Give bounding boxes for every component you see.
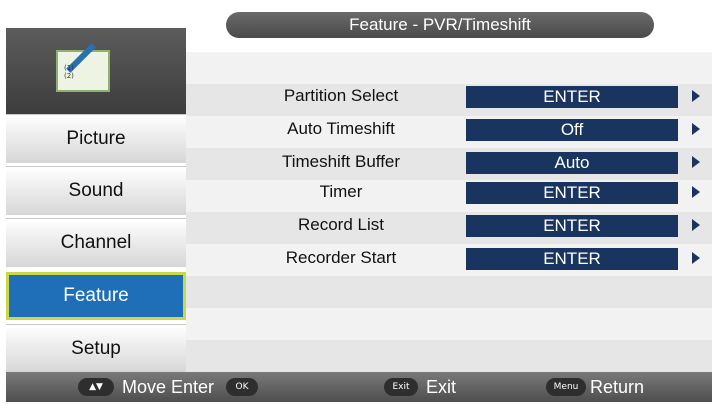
setting-label: Recorder Start: [285, 248, 397, 267]
settings-panel: Partition Select ENTER Auto Timeshift Of…: [186, 34, 712, 372]
arrow-right-icon: [692, 123, 700, 135]
arrow-right-icon: [692, 186, 700, 198]
sidebar-item-setup[interactable]: Setup: [6, 324, 186, 373]
logo-line-2: (2): [64, 72, 74, 80]
page-title: Feature - PVR/Timeshift: [226, 12, 654, 38]
setting-row-record-list[interactable]: Record List ENTER: [186, 209, 712, 241]
setting-label: Timer: [319, 182, 363, 201]
menu-logo-box: (1) (2): [6, 28, 186, 114]
setting-label: Partition Select: [283, 86, 399, 105]
setting-value-button[interactable]: ENTER: [466, 182, 678, 204]
setting-row-timeshift-buffer[interactable]: Timeshift Buffer Auto: [186, 146, 712, 178]
arrow-right-icon: [692, 156, 700, 168]
setting-label: Timeshift Buffer: [281, 152, 401, 171]
setting-row-timer[interactable]: Timer ENTER: [186, 176, 712, 208]
setting-value-button[interactable]: ENTER: [466, 248, 678, 270]
setting-label: Auto Timeshift: [287, 119, 395, 138]
setting-row-partition-select[interactable]: Partition Select ENTER: [186, 80, 712, 112]
return-hint: Return: [590, 377, 645, 397]
setting-value-button[interactable]: Off: [466, 119, 678, 141]
exit-key-icon: Exit: [384, 378, 418, 396]
sidebar-item-feature[interactable]: Feature: [6, 272, 186, 320]
sidebar-item-picture[interactable]: Picture: [6, 114, 186, 163]
sidebar-item-sound[interactable]: Sound: [6, 166, 186, 215]
sidebar: (1) (2) Picture Sound Channel Feature Se…: [6, 28, 186, 373]
up-down-key-icon: ▲▼: [78, 378, 114, 396]
tv-osd-screen: Feature - PVR/Timeshift (1) (2) Picture …: [0, 0, 718, 406]
key-hint-bar: ▲▼ Move Enter OK Exit Exit Menu Return: [6, 372, 712, 402]
setting-row-auto-timeshift[interactable]: Auto Timeshift Off: [186, 113, 712, 145]
logo-line-1: (1): [64, 64, 74, 72]
setting-row-recorder-start[interactable]: Recorder Start ENTER: [186, 242, 712, 274]
sidebar-item-channel[interactable]: Channel: [6, 218, 186, 267]
setting-value-button[interactable]: Auto: [466, 152, 678, 174]
arrow-right-icon: [692, 90, 700, 102]
exit-hint: Exit: [426, 377, 457, 397]
setting-value-button[interactable]: ENTER: [466, 215, 678, 237]
setting-label: Record List: [298, 215, 384, 234]
ok-key-icon: OK: [226, 378, 258, 396]
setting-value-button[interactable]: ENTER: [466, 86, 678, 108]
menu-key-icon: Menu: [546, 378, 586, 396]
move-enter-hint: Move Enter: [122, 377, 215, 397]
notepad-pen-icon: (1) (2): [56, 43, 110, 92]
arrow-right-icon: [692, 219, 700, 231]
arrow-right-icon: [692, 252, 700, 264]
